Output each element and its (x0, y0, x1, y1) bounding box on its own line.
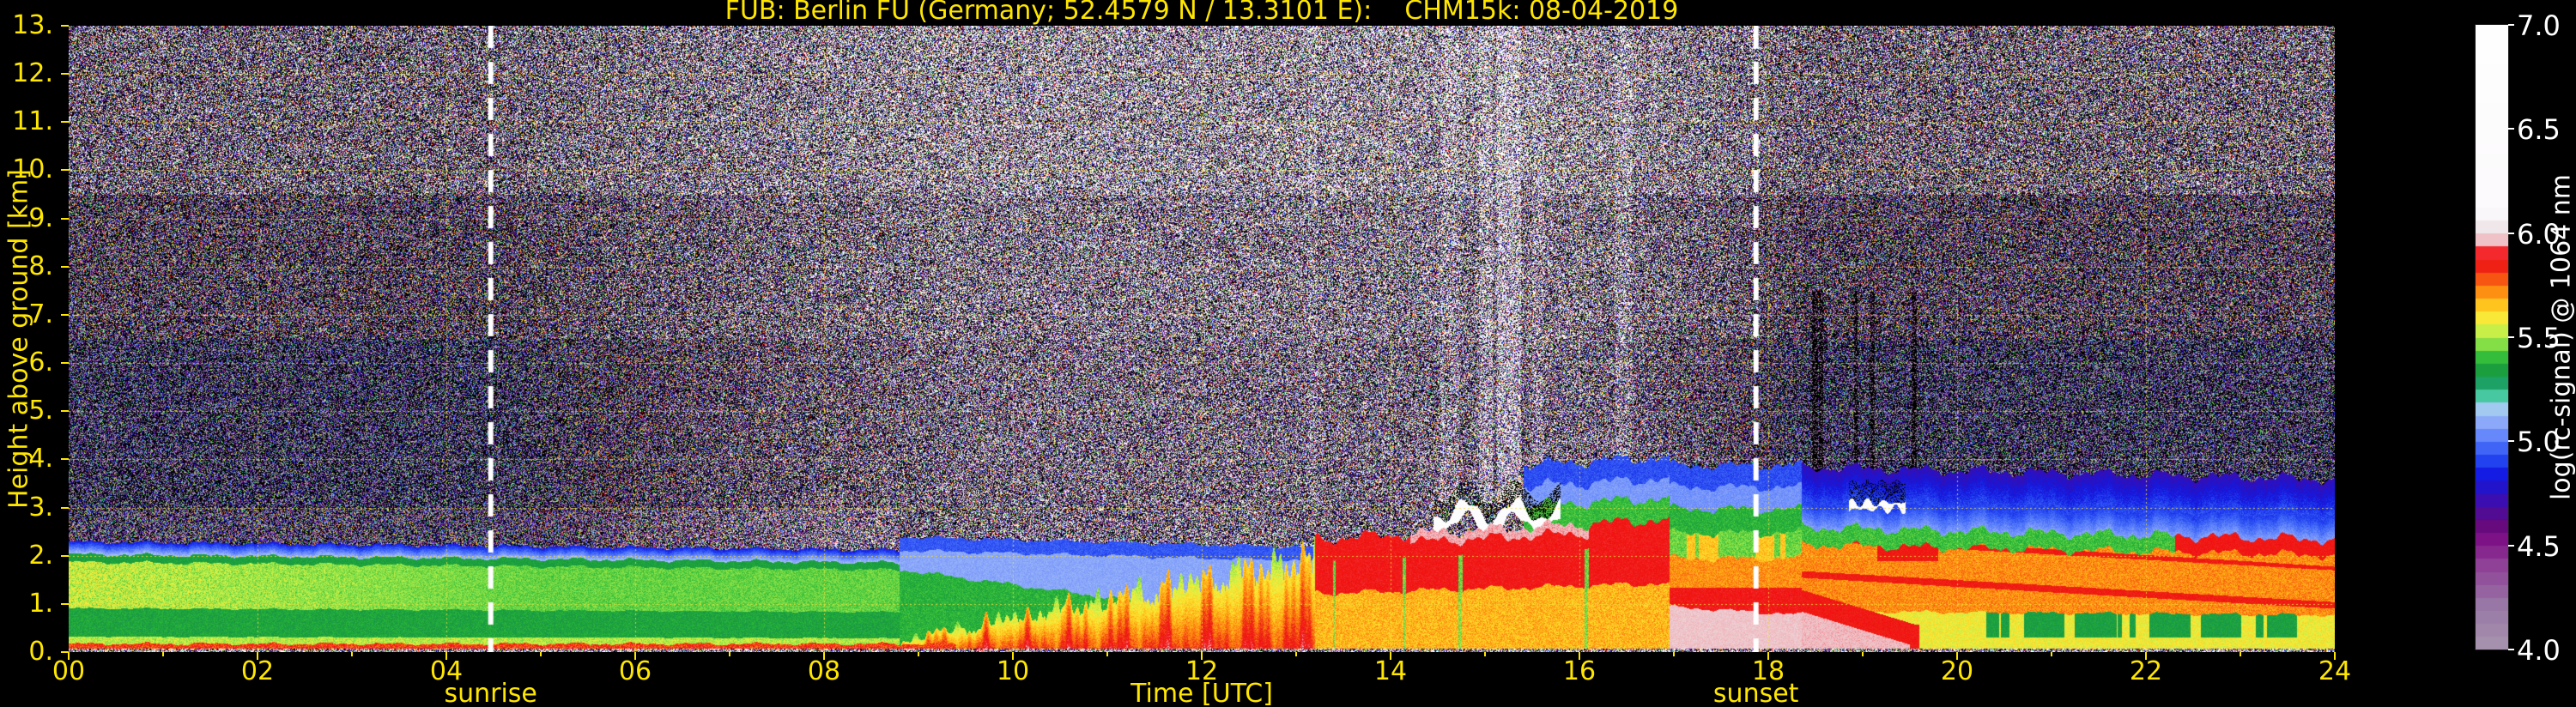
y-tick-mark (61, 121, 69, 124)
x-tick-mark (1484, 652, 1486, 656)
colorbar-tick-label: 4.5 (2517, 529, 2561, 563)
x-tick-label: 10 (996, 656, 1030, 686)
y-tick-label: 12. (12, 58, 53, 89)
colorbar-tick-label: 6.0 (2517, 217, 2561, 251)
x-tick-mark (540, 652, 542, 656)
x-tick-label: 16 (1562, 656, 1597, 686)
colorbar-tick-mark (2508, 336, 2514, 338)
y-tick-mark (61, 217, 69, 220)
figure-title: FUB: Berlin FU (Germany; 52.4579 N / 13.… (724, 0, 1679, 26)
y-tick-mark (61, 458, 69, 461)
x-tick-mark (2145, 652, 2147, 660)
y-tick-label: 0. (28, 637, 53, 667)
x-tick-mark (2334, 652, 2336, 660)
y-tick-label: 13. (12, 10, 53, 40)
y-tick-label: 3. (28, 492, 53, 523)
colorbar-canvas (2475, 24, 2509, 650)
x-tick-label: 12 (1185, 656, 1219, 686)
y-tick-mark (61, 410, 69, 413)
x-tick-mark (1956, 652, 1958, 660)
y-tick-mark (61, 651, 69, 653)
x-tick-mark (729, 652, 730, 656)
y-tick-label: 9. (28, 202, 53, 233)
x-tick-mark (1862, 652, 1864, 656)
backscatter-heatmap-canvas (69, 26, 2335, 652)
colorbar-tick-label: 5.0 (2517, 426, 2561, 459)
x-tick-label: 24 (2318, 656, 2352, 686)
x-tick-mark (68, 652, 70, 660)
x-tick-mark (162, 652, 164, 656)
y-tick-label: 8. (28, 251, 53, 281)
y-tick-mark (61, 169, 69, 172)
x-tick-mark (257, 652, 258, 660)
colorbar-tick-mark (2508, 440, 2514, 443)
x-tick-mark (445, 652, 447, 660)
x-tick-mark (1673, 652, 1675, 656)
y-tick-label: 11. (12, 106, 53, 137)
y-tick-label: 7. (28, 299, 53, 329)
y-tick-label: 10. (12, 154, 53, 185)
x-tick-mark (634, 652, 636, 660)
y-tick-mark (61, 362, 69, 365)
x-tick-label: 08 (807, 656, 841, 686)
x-tick-label: 14 (1373, 656, 1408, 686)
x-tick-mark (1106, 652, 1108, 656)
ceilometer-quicklook-figure: FUB: Berlin FU (Germany; 52.4579 N / 13.… (0, 0, 2576, 707)
colorbar-tick-mark (2508, 24, 2514, 26)
colorbar-tick-mark (2508, 544, 2514, 547)
x-tick-label: 04 (429, 656, 464, 686)
x-tick-mark (1201, 652, 1203, 660)
y-tick-mark (61, 506, 69, 509)
colorbar-tick-label: 5.5 (2517, 322, 2561, 354)
y-tick-label: 2. (28, 540, 53, 571)
x-tick-mark (823, 652, 825, 660)
y-tick-mark (61, 73, 69, 76)
y-tick-mark (61, 554, 69, 557)
y-tick-mark (61, 602, 69, 605)
x-tick-mark (2051, 652, 2052, 656)
y-tick-mark (61, 313, 69, 316)
x-tick-mark (1390, 652, 1391, 660)
x-tick-label: 20 (1940, 656, 1974, 686)
colorbar-tick-label: 7.0 (2517, 9, 2561, 42)
colorbar-tick-label: 4.0 (2517, 634, 2561, 667)
colorbar-tick-label: 6.5 (2517, 113, 2561, 147)
x-tick-mark (2240, 652, 2241, 656)
y-tick-label: 5. (28, 396, 53, 426)
x-tick-label: 02 (240, 656, 275, 686)
x-tick-label: 06 (618, 656, 652, 686)
x-tick-mark (1295, 652, 1297, 656)
colorbar-tick-mark (2508, 649, 2514, 650)
y-tick-mark (61, 25, 69, 27)
y-tick-label: 1. (28, 588, 53, 619)
y-tick-label: 6. (28, 347, 53, 378)
colorbar-tick-mark (2508, 128, 2514, 130)
x-tick-label: 22 (2129, 656, 2163, 686)
colorbar-tick-mark (2508, 232, 2514, 234)
x-tick-mark (1579, 652, 1580, 660)
y-tick-mark (61, 265, 69, 268)
x-tick-mark (1012, 652, 1014, 660)
y-tick-label: 4. (28, 444, 53, 474)
x-tick-mark (351, 652, 353, 656)
x-tick-mark (918, 652, 919, 656)
x-tick-label: 18 (1751, 656, 1785, 686)
x-tick-mark (1767, 652, 1769, 660)
